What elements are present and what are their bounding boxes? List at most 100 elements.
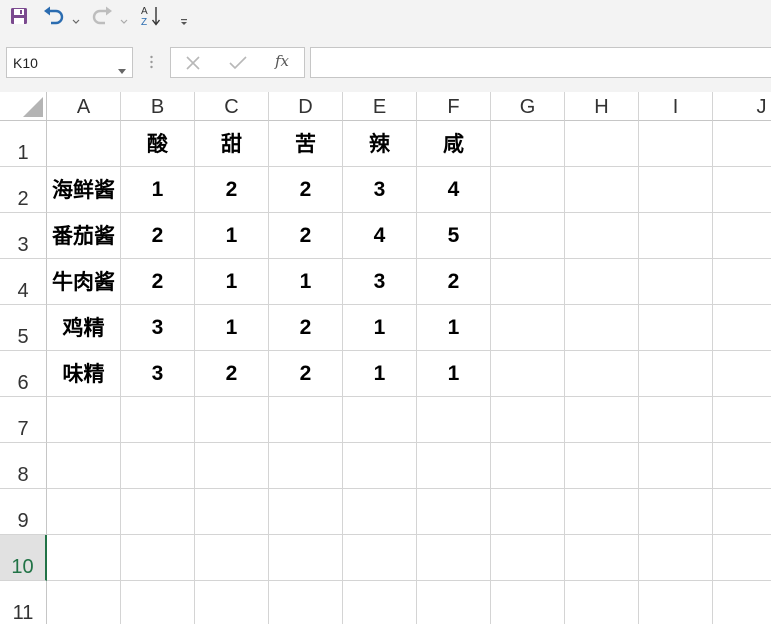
row-header-6[interactable]: 6 — [0, 351, 47, 397]
cell-g2[interactable] — [491, 167, 565, 213]
name-box[interactable]: K10 — [6, 47, 133, 78]
column-header-j[interactable]: J — [713, 92, 771, 121]
select-all-button[interactable] — [0, 92, 47, 121]
cell-b1[interactable]: 酸 — [121, 121, 195, 167]
save-button[interactable] — [8, 5, 30, 27]
cell-d7[interactable] — [269, 397, 343, 443]
cell-e3[interactable]: 4 — [343, 213, 417, 259]
cell-i11[interactable] — [639, 581, 713, 624]
undo-button[interactable] — [42, 5, 66, 27]
insert-function-button[interactable]: fx — [273, 52, 291, 70]
cell-j11[interactable] — [713, 581, 771, 624]
cell-c11[interactable] — [195, 581, 269, 624]
undo-dropdown-button[interactable] — [72, 11, 80, 24]
cell-c3[interactable]: 1 — [195, 213, 269, 259]
cell-b8[interactable] — [121, 443, 195, 489]
cell-d3[interactable]: 2 — [269, 213, 343, 259]
cell-g10[interactable] — [491, 535, 565, 581]
cell-f3[interactable]: 5 — [417, 213, 491, 259]
cell-f4[interactable]: 2 — [417, 259, 491, 305]
cell-g8[interactable] — [491, 443, 565, 489]
cell-h6[interactable] — [565, 351, 639, 397]
redo-dropdown-button[interactable] — [120, 11, 128, 24]
column-header-a[interactable]: A — [47, 92, 121, 121]
cell-b5[interactable]: 3 — [121, 305, 195, 351]
cell-a10[interactable] — [47, 535, 121, 581]
column-header-d[interactable]: D — [269, 92, 343, 121]
cell-h10[interactable] — [565, 535, 639, 581]
row-header-2[interactable]: 2 — [0, 167, 47, 213]
cell-g3[interactable] — [491, 213, 565, 259]
cell-a3[interactable]: 番茄酱 — [47, 213, 121, 259]
cell-i1[interactable] — [639, 121, 713, 167]
cell-c4[interactable]: 1 — [195, 259, 269, 305]
cell-d5[interactable]: 2 — [269, 305, 343, 351]
row-header-9[interactable]: 9 — [0, 489, 47, 535]
cell-h5[interactable] — [565, 305, 639, 351]
cell-i9[interactable] — [639, 489, 713, 535]
column-header-h[interactable]: H — [565, 92, 639, 121]
cell-a9[interactable] — [47, 489, 121, 535]
cell-h9[interactable] — [565, 489, 639, 535]
cell-h11[interactable] — [565, 581, 639, 624]
cell-j8[interactable] — [713, 443, 771, 489]
cell-d2[interactable]: 2 — [269, 167, 343, 213]
cell-d6[interactable]: 2 — [269, 351, 343, 397]
cell-a8[interactable] — [47, 443, 121, 489]
cell-i8[interactable] — [639, 443, 713, 489]
cell-i3[interactable] — [639, 213, 713, 259]
row-header-3[interactable]: 3 — [0, 213, 47, 259]
cell-e10[interactable] — [343, 535, 417, 581]
cell-e2[interactable]: 3 — [343, 167, 417, 213]
cell-i6[interactable] — [639, 351, 713, 397]
cell-d11[interactable] — [269, 581, 343, 624]
column-header-b[interactable]: B — [121, 92, 195, 121]
cell-j7[interactable] — [713, 397, 771, 443]
cell-d10[interactable] — [269, 535, 343, 581]
cell-b4[interactable]: 2 — [121, 259, 195, 305]
cell-h1[interactable] — [565, 121, 639, 167]
cell-a4[interactable]: 牛肉酱 — [47, 259, 121, 305]
cell-d1[interactable]: 苦 — [269, 121, 343, 167]
cell-j4[interactable] — [713, 259, 771, 305]
cell-j10[interactable] — [713, 535, 771, 581]
cell-h7[interactable] — [565, 397, 639, 443]
cell-g1[interactable] — [491, 121, 565, 167]
cell-j1[interactable] — [713, 121, 771, 167]
sort-ascending-button[interactable]: A Z — [138, 5, 164, 27]
cancel-icon[interactable] — [184, 54, 202, 72]
cell-e11[interactable] — [343, 581, 417, 624]
cell-c5[interactable]: 1 — [195, 305, 269, 351]
cell-g11[interactable] — [491, 581, 565, 624]
cell-a6[interactable]: 味精 — [47, 351, 121, 397]
cell-j3[interactable] — [713, 213, 771, 259]
cell-b11[interactable] — [121, 581, 195, 624]
cell-a7[interactable] — [47, 397, 121, 443]
row-header-4[interactable]: 4 — [0, 259, 47, 305]
cell-i7[interactable] — [639, 397, 713, 443]
cell-i5[interactable] — [639, 305, 713, 351]
cell-c6[interactable]: 2 — [195, 351, 269, 397]
cell-e1[interactable]: 辣 — [343, 121, 417, 167]
row-header-11[interactable]: 11 — [0, 581, 47, 624]
cell-f2[interactable]: 4 — [417, 167, 491, 213]
cell-d9[interactable] — [269, 489, 343, 535]
cell-g6[interactable] — [491, 351, 565, 397]
formula-bar-grip-icon[interactable] — [150, 54, 153, 70]
column-header-i[interactable]: I — [639, 92, 713, 121]
cell-c2[interactable]: 2 — [195, 167, 269, 213]
cell-h8[interactable] — [565, 443, 639, 489]
cell-e4[interactable]: 3 — [343, 259, 417, 305]
cell-b2[interactable]: 1 — [121, 167, 195, 213]
cell-h4[interactable] — [565, 259, 639, 305]
cell-h2[interactable] — [565, 167, 639, 213]
cell-b3[interactable]: 2 — [121, 213, 195, 259]
name-box-dropdown-icon[interactable] — [118, 60, 126, 79]
row-header-7[interactable]: 7 — [0, 397, 47, 443]
cell-a5[interactable]: 鸡精 — [47, 305, 121, 351]
cell-c8[interactable] — [195, 443, 269, 489]
cell-f5[interactable]: 1 — [417, 305, 491, 351]
cell-e5[interactable]: 1 — [343, 305, 417, 351]
row-header-5[interactable]: 5 — [0, 305, 47, 351]
cell-g7[interactable] — [491, 397, 565, 443]
